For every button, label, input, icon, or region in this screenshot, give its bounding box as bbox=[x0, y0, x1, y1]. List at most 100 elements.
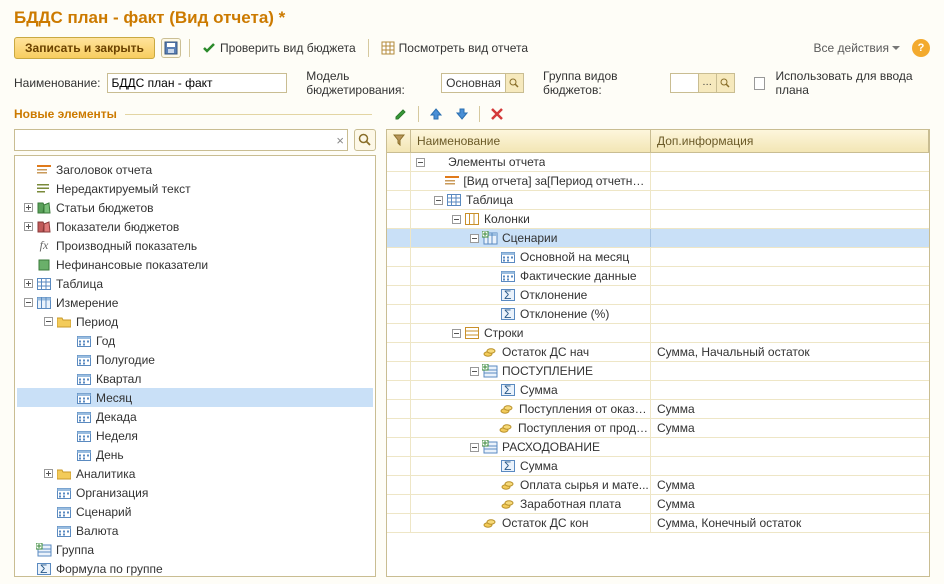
coins-icon bbox=[482, 516, 498, 530]
grid-row[interactable]: Основной на месяц bbox=[387, 248, 929, 267]
collapse-icon[interactable] bbox=[433, 195, 444, 206]
col-info-header[interactable]: Доп.информация bbox=[651, 130, 929, 152]
group-icon bbox=[36, 543, 52, 557]
folder-icon bbox=[56, 315, 72, 329]
calendar-icon bbox=[76, 353, 92, 367]
separator bbox=[368, 39, 369, 57]
grid-row[interactable]: Колонки bbox=[387, 210, 929, 229]
save-icon-button[interactable] bbox=[161, 38, 181, 58]
grid-row[interactable]: ΣОтклонение bbox=[387, 286, 929, 305]
calendar-icon bbox=[76, 410, 92, 424]
group-plus-icon bbox=[482, 364, 498, 378]
elements-tree[interactable]: Заголовок отчетаНередактируемый текстСта… bbox=[14, 155, 376, 577]
tree-item[interactable]: Аналитика bbox=[17, 464, 373, 483]
grid-row[interactable]: Заработная платаСумма bbox=[387, 495, 929, 514]
grid-row[interactable]: Строки bbox=[387, 324, 929, 343]
grid-row[interactable]: РАСХОДОВАНИЕ bbox=[387, 438, 929, 457]
lookup-icon[interactable] bbox=[716, 74, 734, 92]
expand-icon[interactable] bbox=[43, 468, 54, 479]
grid-row-label: Остаток ДС нач bbox=[502, 345, 589, 359]
form-row: Наименование: Модель бюджетирования: Осн… bbox=[0, 65, 944, 101]
grid-row[interactable]: Остаток ДС конСумма, Конечный остаток bbox=[387, 514, 929, 533]
grid-row[interactable]: Поступления от прода...Сумма bbox=[387, 419, 929, 438]
delete-icon[interactable] bbox=[488, 105, 506, 123]
tree-item[interactable]: Показатели бюджетов bbox=[17, 217, 373, 236]
grid-row-info: Сумма bbox=[651, 421, 929, 435]
calendar-icon bbox=[56, 486, 72, 500]
grid-row[interactable]: Таблица bbox=[387, 191, 929, 210]
save-close-button[interactable]: Записать и закрыть bbox=[14, 37, 155, 59]
collapse-icon[interactable] bbox=[451, 214, 462, 225]
collapse-icon[interactable] bbox=[451, 328, 462, 339]
grid-row[interactable]: Остаток ДС начСумма, Начальный остаток bbox=[387, 343, 929, 362]
tree-item[interactable]: Заголовок отчета bbox=[17, 160, 373, 179]
tree-item[interactable]: Группа bbox=[17, 540, 373, 559]
tree-item[interactable]: Статьи бюджетов bbox=[17, 198, 373, 217]
ellipsis-icon[interactable]: … bbox=[698, 74, 716, 92]
use-for-plan-checkbox[interactable] bbox=[754, 77, 766, 90]
expand-icon[interactable] bbox=[23, 221, 34, 232]
tree-item[interactable]: Квартал bbox=[17, 369, 373, 388]
model-select[interactable]: Основная bbox=[441, 73, 524, 93]
collapse-icon[interactable] bbox=[469, 442, 480, 453]
collapse-icon[interactable] bbox=[469, 233, 480, 244]
tree-item-label: Нефинансовые показатели bbox=[56, 258, 208, 272]
tree-item-label: Период bbox=[76, 315, 118, 329]
tree-item[interactable]: Полугодие bbox=[17, 350, 373, 369]
grid-row-info: Сумма bbox=[651, 497, 929, 511]
tree-item[interactable]: Сценарий bbox=[17, 502, 373, 521]
check-budget-button[interactable]: Проверить вид бюджета bbox=[198, 39, 360, 57]
tree-item[interactable]: Месяц bbox=[17, 388, 373, 407]
tree-item[interactable]: День bbox=[17, 445, 373, 464]
group-select[interactable]: … bbox=[670, 73, 734, 93]
tree-item[interactable]: Нередактируемый текст bbox=[17, 179, 373, 198]
tree-item[interactable]: Валюта bbox=[17, 521, 373, 540]
tree-item[interactable]: Период bbox=[17, 312, 373, 331]
arrow-up-icon[interactable] bbox=[427, 105, 445, 123]
edit-icon[interactable] bbox=[392, 105, 410, 123]
lookup-icon[interactable] bbox=[505, 74, 523, 92]
help-button[interactable]: ? bbox=[912, 39, 930, 57]
col-name-header[interactable]: Наименование bbox=[411, 130, 651, 152]
structure-grid[interactable]: Наименование Доп.информация Элементы отч… bbox=[386, 129, 930, 577]
tree-item[interactable]: Таблица bbox=[17, 274, 373, 293]
tree-item[interactable]: Декада bbox=[17, 407, 373, 426]
cols-icon bbox=[464, 212, 480, 226]
grid-row[interactable]: Фактические данные bbox=[387, 267, 929, 286]
arrow-down-icon[interactable] bbox=[453, 105, 471, 123]
grid-row[interactable]: [Вид отчета] за[Период отчетности] bbox=[387, 172, 929, 191]
search-button[interactable] bbox=[354, 129, 376, 151]
grid-row[interactable]: ΣСумма bbox=[387, 381, 929, 400]
tree-item[interactable]: Измерение bbox=[17, 293, 373, 312]
clear-icon[interactable]: × bbox=[336, 133, 344, 148]
tree-item[interactable]: fxПроизводный показатель bbox=[17, 236, 373, 255]
filter-icon[interactable] bbox=[387, 130, 411, 152]
tree-item[interactable]: Неделя bbox=[17, 426, 373, 445]
grid-row[interactable]: ΣОтклонение (%) bbox=[387, 305, 929, 324]
dim-plus-icon bbox=[482, 231, 498, 245]
collapse-icon[interactable] bbox=[43, 316, 54, 327]
name-input[interactable] bbox=[107, 73, 288, 93]
expand-icon[interactable] bbox=[23, 278, 34, 289]
tree-item-label: День bbox=[96, 448, 124, 462]
search-input[interactable] bbox=[14, 129, 348, 151]
collapse-icon[interactable] bbox=[469, 366, 480, 377]
expand-icon[interactable] bbox=[23, 202, 34, 213]
collapse-icon[interactable] bbox=[415, 157, 426, 168]
tree-item[interactable]: Год bbox=[17, 331, 373, 350]
grid-row[interactable]: Сценарии bbox=[387, 229, 929, 248]
grid-row[interactable]: ПОСТУПЛЕНИЕ bbox=[387, 362, 929, 381]
view-report-button[interactable]: Посмотреть вид отчета bbox=[377, 39, 532, 57]
svg-text:Σ: Σ bbox=[504, 289, 511, 301]
grid-row[interactable]: Оплата сырья и мате...Сумма bbox=[387, 476, 929, 495]
tree-item[interactable]: Организация bbox=[17, 483, 373, 502]
tree-item[interactable]: ΣФормула по группе bbox=[17, 559, 373, 577]
tree-item-label: Измерение bbox=[56, 296, 118, 310]
collapse-icon[interactable] bbox=[23, 297, 34, 308]
all-actions-dropdown[interactable]: Все действия bbox=[814, 41, 900, 55]
tree-item-label: Организация bbox=[76, 486, 148, 500]
tree-item[interactable]: Нефинансовые показатели bbox=[17, 255, 373, 274]
grid-row[interactable]: Элементы отчета bbox=[387, 153, 929, 172]
grid-row[interactable]: Поступления от оказа...Сумма bbox=[387, 400, 929, 419]
grid-row[interactable]: ΣСумма bbox=[387, 457, 929, 476]
